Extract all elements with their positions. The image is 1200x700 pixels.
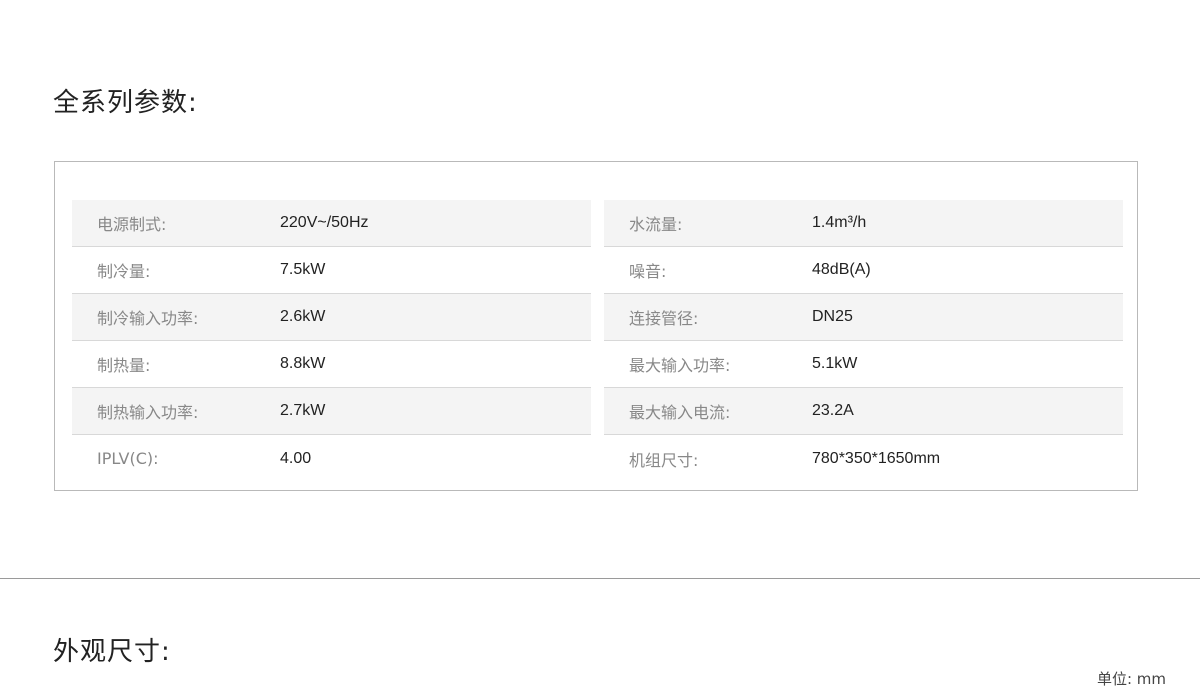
spec-label: 最大输入功率: [629, 356, 731, 375]
spec-row: 电源制式: 220V~/50Hz [72, 200, 591, 247]
spec-column-right: 水流量: 1.4m³/h 噪音: 48dB(A) 连接管径: DN25 最大输入… [604, 200, 1123, 482]
spec-row: 制热量: 8.8kW [72, 341, 591, 388]
spec-row: 制冷输入功率: 2.6kW [72, 294, 591, 341]
spec-value: 4.00 [280, 449, 312, 467]
spec-column-left: 电源制式: 220V~/50Hz 制冷量: 7.5kW 制冷输入功率: 2.6k… [72, 200, 591, 482]
spec-row: 噪音: 48dB(A) [604, 247, 1123, 294]
spec-value: 1.4m³/h [812, 214, 867, 231]
spec-row: 机组尺寸: 780*350*1650mm [604, 435, 1123, 482]
section-title-params: 全系列参数: [53, 88, 198, 118]
spec-row: IPLV(C): 4.00 [72, 435, 591, 482]
section-divider [0, 578, 1200, 579]
spec-row: 最大输入功率: 5.1kW [604, 341, 1123, 388]
page: 全系列参数: 电源制式: 220V~/50Hz 制冷量: 7.5kW 制冷输入功… [0, 0, 1200, 700]
spec-row: 制热输入功率: 2.7kW [72, 388, 591, 435]
spec-label: 机组尺寸: [629, 450, 699, 470]
spec-label: 噪音: [629, 262, 667, 281]
spec-value: 220V~/50Hz [280, 214, 369, 231]
spec-value: 7.5kW [280, 261, 326, 278]
spec-value: 23.2A [812, 402, 854, 419]
spec-table: 电源制式: 220V~/50Hz 制冷量: 7.5kW 制冷输入功率: 2.6k… [54, 161, 1138, 491]
spec-label: IPLV(C): [97, 449, 159, 468]
spec-value: 780*350*1650mm [812, 449, 941, 467]
spec-label: 连接管径: [629, 309, 699, 328]
spec-value: 5.1kW [812, 355, 858, 372]
spec-row: 水流量: 1.4m³/h [604, 200, 1123, 247]
spec-row: 最大输入电流: 23.2A [604, 388, 1123, 435]
section-title-dimensions: 外观尺寸: [53, 637, 171, 667]
spec-value: 2.6kW [280, 308, 326, 325]
unit-note: 单位: mm [1096, 670, 1166, 688]
spec-value: 2.7kW [280, 402, 326, 419]
spec-value: DN25 [812, 308, 853, 325]
spec-label: 制热输入功率: [97, 403, 199, 422]
spec-label: 制冷输入功率: [97, 309, 199, 328]
spec-label: 最大输入电流: [629, 403, 731, 422]
spec-value: 8.8kW [280, 355, 326, 372]
spec-label: 制热量: [97, 356, 151, 375]
spec-label: 电源制式: [97, 215, 167, 234]
spec-value: 48dB(A) [812, 261, 871, 278]
spec-label: 制冷量: [97, 262, 151, 281]
spec-row: 制冷量: 7.5kW [72, 247, 591, 294]
spec-label: 水流量: [629, 215, 683, 234]
spec-row: 连接管径: DN25 [604, 294, 1123, 341]
